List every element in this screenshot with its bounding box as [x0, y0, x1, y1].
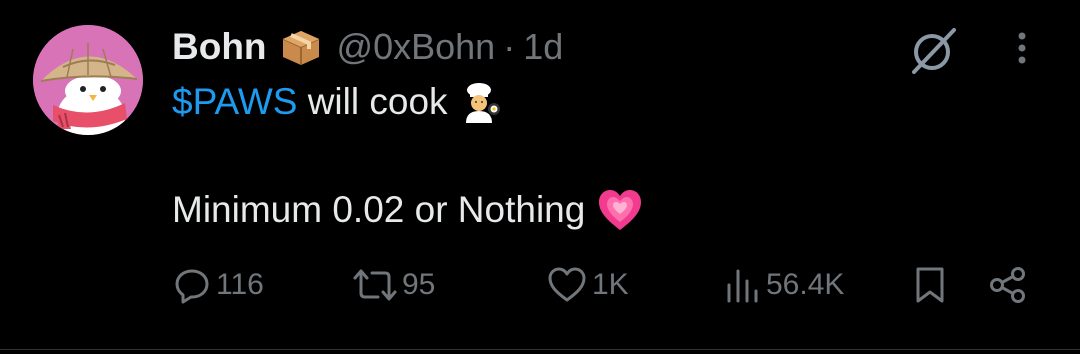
divider: [0, 349, 1080, 350]
tweet[interactable]: Bohn @0xBohn · 1d $PAWS will cook Minimu…: [0, 0, 1080, 354]
tweet-header: Bohn @0xBohn · 1d: [172, 24, 563, 70]
heart-icon: [548, 267, 586, 302]
like-button[interactable]: 1K: [546, 262, 629, 308]
repost-count: 95: [402, 268, 436, 301]
action-bar: 116 95 1K 56.4K: [172, 262, 1032, 308]
bookmark-button[interactable]: [912, 262, 948, 308]
penguin-avatar-icon: [33, 25, 143, 135]
tweet-text-line-1: $PAWS will cook: [172, 78, 502, 126]
share-button[interactable]: [988, 262, 1028, 308]
tweet-text-line-2: Minimum 0.02 or Nothing: [172, 186, 643, 234]
author-name[interactable]: Bohn: [172, 26, 267, 68]
view-count: 56.4K: [766, 268, 845, 301]
author-handle[interactable]: @0xBohn: [337, 26, 496, 68]
repost-button[interactable]: 95: [352, 262, 435, 308]
views-button[interactable]: 56.4K: [724, 262, 844, 308]
like-count: 1K: [592, 268, 629, 301]
tweet-text: Minimum 0.02 or Nothing: [172, 189, 586, 230]
reply-count: 116: [216, 268, 264, 301]
reply-icon: [175, 269, 209, 304]
share-icon: [990, 267, 1025, 303]
sparkling-heart-emoji-icon: [599, 190, 642, 230]
reply-button[interactable]: 116: [172, 262, 264, 308]
tweet-text: will cook: [297, 81, 448, 122]
package-emoji-icon: [282, 31, 319, 65]
timestamp[interactable]: 1d: [523, 26, 563, 68]
cashtag-link[interactable]: $PAWS: [172, 81, 297, 123]
views-bar-chart-icon: [727, 269, 758, 303]
avatar[interactable]: [33, 25, 143, 135]
grok-icon[interactable]: [906, 24, 960, 78]
repost-icon: [353, 269, 397, 301]
more-vertical-icon[interactable]: [1010, 28, 1034, 68]
separator-dot: ·: [503, 26, 516, 67]
cook-emoji-icon: [465, 83, 500, 123]
bookmark-icon: [916, 267, 944, 303]
